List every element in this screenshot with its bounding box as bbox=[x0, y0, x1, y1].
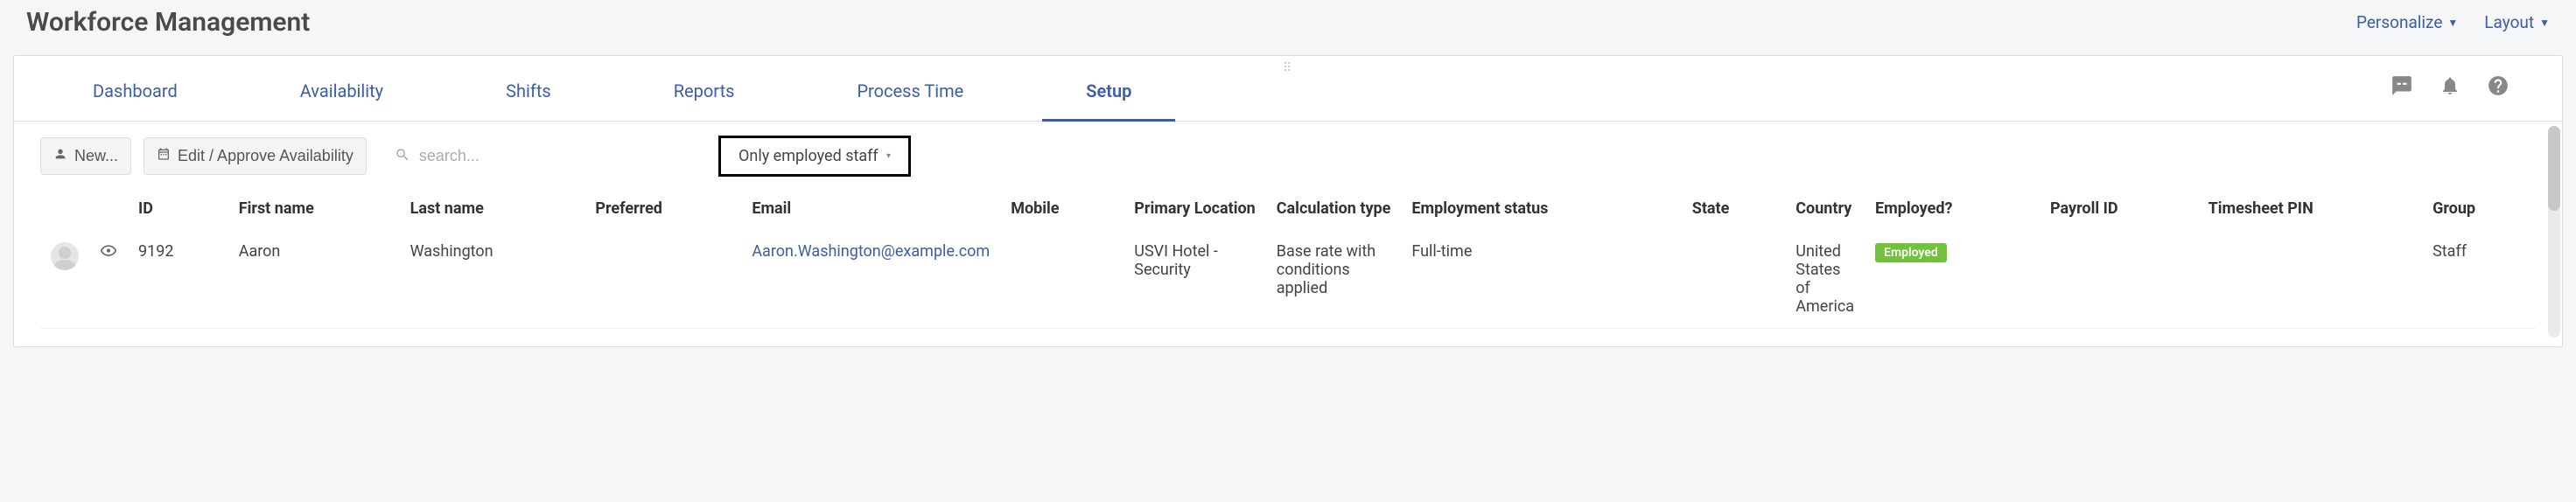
table-row[interactable]: 9192 Aaron Washington Aaron.Washington@e… bbox=[40, 230, 2536, 329]
visibility-icon[interactable] bbox=[100, 247, 117, 263]
tabs-row: Dashboard Availability Shifts Reports Pr… bbox=[14, 56, 2562, 122]
col-state[interactable]: State bbox=[1682, 191, 1786, 230]
tab-dashboard[interactable]: Dashboard bbox=[93, 56, 178, 121]
cell-state bbox=[1682, 230, 1786, 329]
table-header-row: ID First name Last name Preferred Email … bbox=[40, 191, 2536, 230]
tab-shifts[interactable]: Shifts bbox=[506, 56, 551, 121]
main-panel: ⠿ Dashboard Availability Shifts Reports … bbox=[13, 55, 2563, 347]
toolbar: New... Edit / Approve Availability Only … bbox=[14, 122, 2562, 191]
col-primary-location[interactable]: Primary Location bbox=[1124, 191, 1265, 230]
chevron-down-icon: ▾ bbox=[886, 151, 891, 161]
vertical-scrollbar[interactable] bbox=[2548, 126, 2560, 338]
chevron-down-icon: ▼ bbox=[2447, 17, 2458, 29]
cell-last-name: Washington bbox=[400, 230, 585, 329]
cell-country: United States of America bbox=[1785, 230, 1865, 329]
bell-icon[interactable] bbox=[2440, 75, 2460, 101]
cell-primary-location: USVI Hotel - Security bbox=[1124, 230, 1265, 329]
chevron-down-icon: ▼ bbox=[2539, 17, 2550, 29]
page-title: Workforce Management bbox=[26, 7, 310, 38]
staff-table: ID First name Last name Preferred Email … bbox=[40, 191, 2536, 329]
col-preferred[interactable]: Preferred bbox=[584, 191, 741, 230]
col-timesheet-pin[interactable]: Timesheet PIN bbox=[2198, 191, 2422, 230]
user-icon bbox=[53, 147, 67, 165]
col-first-name[interactable]: First name bbox=[228, 191, 400, 230]
cell-timesheet-pin bbox=[2198, 230, 2422, 329]
col-id[interactable]: ID bbox=[128, 191, 228, 230]
layout-label: Layout bbox=[2484, 12, 2534, 32]
tab-icon-group bbox=[2390, 74, 2527, 102]
tab-setup[interactable]: Setup bbox=[1086, 56, 1131, 121]
edit-approve-button[interactable]: Edit / Approve Availability bbox=[144, 137, 367, 175]
cell-mobile bbox=[1000, 230, 1124, 329]
search-icon bbox=[395, 147, 410, 166]
search-wrap bbox=[395, 147, 682, 166]
col-group[interactable]: Group bbox=[2422, 191, 2536, 230]
page-header: Workforce Management Personalize ▼ Layou… bbox=[0, 0, 2576, 55]
col-emp-status[interactable]: Employment status bbox=[1401, 191, 1681, 230]
personalize-label: Personalize bbox=[2356, 12, 2442, 32]
cell-preferred bbox=[584, 230, 741, 329]
calendar-icon bbox=[157, 147, 171, 165]
tabs: Dashboard Availability Shifts Reports Pr… bbox=[49, 56, 2390, 121]
staff-table-wrap: ID First name Last name Preferred Email … bbox=[14, 191, 2562, 346]
avatar bbox=[51, 242, 79, 270]
cell-group: Staff bbox=[2422, 230, 2536, 329]
staff-filter-select[interactable]: Only employed staff ▾ bbox=[718, 136, 911, 177]
cell-first-name: Aaron bbox=[228, 230, 400, 329]
col-email[interactable]: Email bbox=[741, 191, 1000, 230]
col-employed[interactable]: Employed? bbox=[1865, 191, 2040, 230]
tab-process-time[interactable]: Process Time bbox=[857, 56, 963, 121]
cell-payroll-id bbox=[2040, 230, 2198, 329]
filter-value: Only employed staff bbox=[738, 147, 878, 165]
header-actions: Personalize ▼ Layout ▼ bbox=[2356, 12, 2550, 32]
scrollbar-thumb[interactable] bbox=[2548, 126, 2560, 211]
cell-id: 9192 bbox=[128, 230, 228, 329]
new-button[interactable]: New... bbox=[40, 137, 131, 175]
employed-badge: Employed bbox=[1875, 243, 1947, 262]
col-last-name[interactable]: Last name bbox=[400, 191, 585, 230]
help-icon[interactable] bbox=[2487, 74, 2510, 102]
chat-icon[interactable] bbox=[2390, 74, 2413, 102]
personalize-menu[interactable]: Personalize ▼ bbox=[2356, 12, 2458, 32]
new-label: New... bbox=[74, 147, 118, 165]
tab-availability[interactable]: Availability bbox=[300, 56, 383, 121]
tab-reports[interactable]: Reports bbox=[674, 56, 735, 121]
col-country[interactable]: Country bbox=[1785, 191, 1865, 230]
cell-emp-status: Full-time bbox=[1401, 230, 1681, 329]
cell-email[interactable]: Aaron.Washington@example.com bbox=[752, 242, 990, 261]
search-input[interactable] bbox=[419, 147, 682, 165]
col-payroll-id[interactable]: Payroll ID bbox=[2040, 191, 2198, 230]
edit-approve-label: Edit / Approve Availability bbox=[178, 147, 354, 165]
col-calc-type[interactable]: Calculation type bbox=[1266, 191, 1402, 230]
col-mobile[interactable]: Mobile bbox=[1000, 191, 1124, 230]
cell-calc-type: Base rate with conditions applied bbox=[1266, 230, 1402, 329]
layout-menu[interactable]: Layout ▼ bbox=[2484, 12, 2550, 32]
